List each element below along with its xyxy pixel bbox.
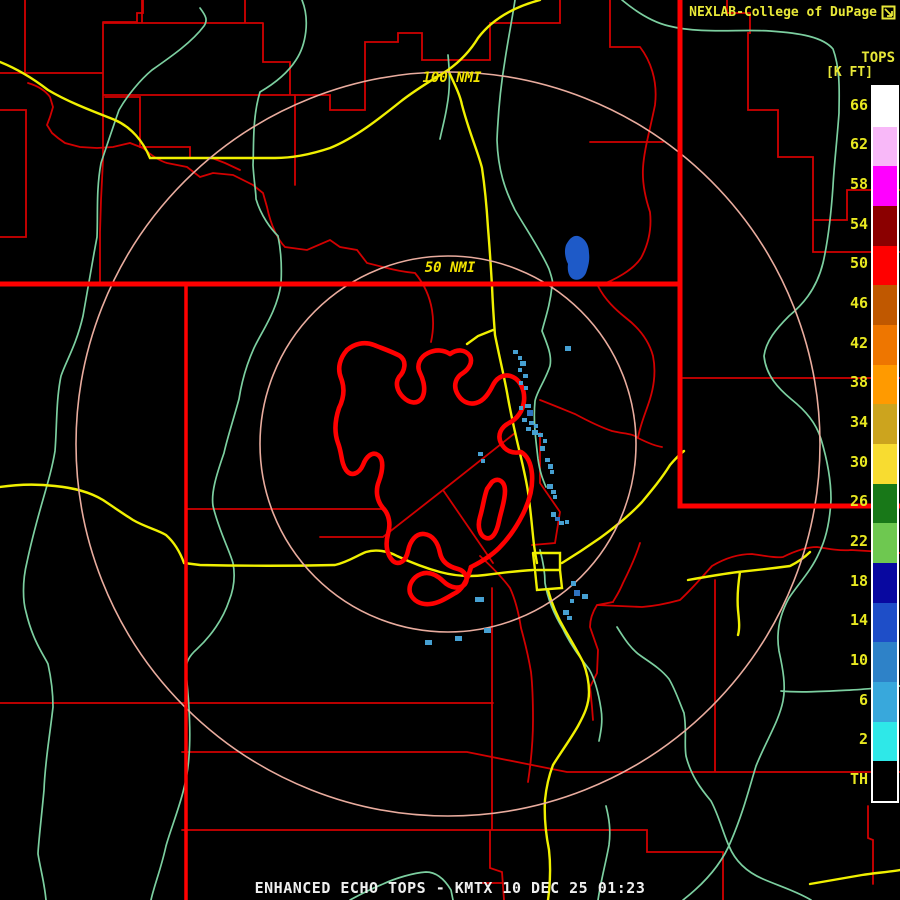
scale-title-block: TOPS [K FT] [826, 50, 895, 81]
echo-cell [543, 439, 547, 443]
echo-cell [538, 433, 543, 437]
scale-band-6 [873, 682, 897, 722]
echo-cell [525, 404, 531, 408]
scale-label-38: 38 [849, 373, 868, 392]
echo-cell [567, 616, 572, 620]
scale-label-50: 50 [849, 254, 868, 273]
scale-band-38 [873, 364, 897, 405]
scale-units: [K FT] [826, 65, 873, 81]
echo-cell [523, 374, 528, 378]
echo-cell [524, 386, 528, 390]
scale-band-14 [873, 602, 897, 643]
echo-cell [481, 459, 485, 463]
scale-label-54: 54 [849, 214, 868, 233]
scale-title: TOPS [861, 50, 895, 66]
echo-cell [563, 610, 569, 615]
scale-band-26 [873, 483, 897, 524]
scale-label-34: 34 [849, 413, 868, 432]
echo-cell [534, 424, 538, 428]
echo-cell [565, 346, 571, 351]
echo-cell [522, 418, 527, 422]
highways [0, 0, 900, 900]
scale-label-30: 30 [849, 452, 868, 471]
scale-label-22: 22 [849, 532, 868, 551]
scale-band-62 [873, 126, 897, 167]
scale-label-6: 6 [858, 690, 868, 709]
scale-band-54 [873, 206, 897, 246]
scale-band-18 [873, 563, 897, 603]
echo-cell [425, 640, 432, 645]
scale-band-10 [873, 642, 897, 683]
external-link-icon[interactable] [881, 5, 896, 20]
header-link[interactable]: NEXLAB-College of DuPage [689, 5, 896, 20]
scale-band-2 [873, 721, 897, 762]
scale-band-42 [873, 325, 897, 365]
rivers [22, 0, 900, 900]
scale-label-18: 18 [849, 571, 868, 590]
echo-cell [478, 452, 483, 456]
echo-cell [527, 410, 533, 416]
scale-band-30 [873, 444, 897, 484]
echo-cell [570, 599, 574, 603]
echo-cell [551, 490, 556, 494]
echo-cell [484, 628, 491, 633]
echo-cell [551, 512, 556, 517]
scale-label-46: 46 [849, 294, 868, 313]
echo-cell [518, 368, 522, 372]
echo-cell [518, 356, 522, 360]
echo-cell [520, 361, 526, 366]
echo-cell [574, 590, 580, 596]
scale-band-34 [873, 404, 897, 445]
scale-band-58 [873, 166, 897, 207]
echo-cell [550, 470, 554, 474]
echo-cell [529, 421, 534, 425]
echo-cell [565, 520, 569, 524]
scale-band-66 [873, 87, 897, 127]
echo-cell [571, 581, 576, 586]
scale-band-50 [873, 245, 897, 286]
scale-label-TH: TH [849, 770, 868, 789]
scale-label-26: 26 [849, 492, 868, 511]
echo-cell [455, 636, 462, 641]
scale-label-42: 42 [849, 333, 868, 352]
echo-cell [545, 458, 550, 462]
scale-band-TH [873, 761, 897, 802]
echo-cell [559, 521, 564, 525]
scale-band-22 [873, 523, 897, 564]
ring-50nmi [259, 255, 637, 633]
echo-cell [547, 484, 553, 489]
colorbar-labels: 66 62 58 54 50 46 42 38 34 30 26 22 18 14 10 6 2 TH [824, 85, 868, 799]
echo-cell [540, 446, 545, 451]
scale-band-46 [873, 285, 897, 326]
header-title: NEXLAB-College of DuPage [689, 5, 877, 20]
echo-tops-colorbar [871, 85, 899, 803]
echo-cell [526, 427, 531, 431]
echo-cell [519, 406, 523, 410]
radar-display: 100 NMI 50 NMI NEXLAB-College of DuPage … [0, 0, 900, 900]
echo-cell [553, 495, 557, 499]
product-caption: ENHANCED ECHO TOPS - KMTX 10 DEC 25 01:2… [254, 879, 646, 897]
echo-cell [475, 597, 484, 602]
echo-cell [513, 350, 518, 354]
ring-label-50nmi: 50 NMI [425, 260, 476, 276]
radar-map: 100 NMI 50 NMI [0, 0, 900, 900]
echo-cell [582, 594, 588, 599]
echo-cell [555, 517, 560, 521]
echo-cell [548, 464, 553, 469]
scale-label-66: 66 [849, 95, 868, 114]
scale-label-14: 14 [849, 611, 868, 630]
ring-label-100nmi: 100 NMI [422, 70, 482, 86]
bear-lake [564, 235, 590, 280]
scale-label-2: 2 [858, 730, 868, 749]
great-salt-lake-outline [333, 340, 535, 607]
echo-cell [519, 381, 523, 385]
echo-cell [532, 430, 538, 435]
scale-label-10: 10 [849, 651, 868, 670]
scale-label-58: 58 [849, 175, 868, 194]
scale-label-62: 62 [849, 135, 868, 154]
